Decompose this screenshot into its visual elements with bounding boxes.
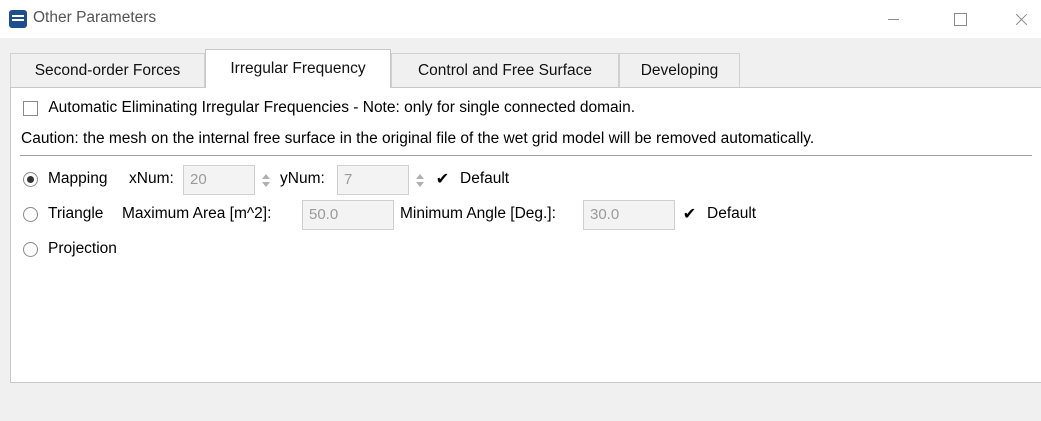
tab-control-and-free-surface[interactable]: Control and Free Surface — [391, 53, 619, 87]
auto-eliminate-label: Automatic Eliminating Irregular Frequenc… — [48, 99, 636, 116]
mapping-default-checkbox[interactable]: ✔ — [435, 172, 450, 188]
chevron-up-icon — [416, 174, 424, 179]
mapping-default-label: Default — [460, 170, 510, 187]
triangle-label: Triangle — [48, 205, 104, 222]
projection-radio[interactable] — [23, 242, 38, 257]
xnum-label: xNum: — [129, 170, 174, 187]
maximize-button[interactable] — [937, 0, 983, 38]
min-angle-input[interactable]: 30.0 — [583, 200, 675, 230]
max-area-input[interactable]: 50.0 — [302, 200, 394, 230]
xnum-input[interactable]: 20 — [183, 165, 255, 195]
minimize-icon — [888, 19, 899, 20]
minimize-button[interactable] — [870, 0, 916, 38]
chevron-up-icon — [262, 174, 270, 179]
xnum-stepper[interactable] — [257, 165, 275, 195]
auto-eliminate-checkbox[interactable] — [23, 100, 38, 116]
caution-text: Caution: the mesh on the internal free s… — [21, 130, 815, 147]
max-area-label: Maximum Area [m^2]: — [122, 205, 272, 222]
tab-irregular-frequency[interactable]: Irregular Frequency — [205, 49, 391, 88]
title-bar: Other Parameters — [0, 0, 1041, 38]
auto-eliminate-row: Automatic Eliminating Irregular Frequenc… — [23, 99, 635, 117]
mapping-radio[interactable] — [23, 172, 38, 187]
projection-label: Projection — [48, 240, 117, 257]
app-logo-icon — [9, 10, 27, 28]
chevron-down-icon — [262, 182, 270, 187]
mapping-label: Mapping — [48, 170, 108, 187]
triangle-default-checkbox[interactable]: ✔ — [682, 207, 697, 223]
ynum-stepper[interactable] — [411, 165, 429, 195]
maximize-icon — [954, 13, 967, 26]
triangle-default-label: Default — [707, 205, 757, 222]
window-title: Other Parameters — [33, 9, 157, 26]
ynum-input[interactable]: 7 — [337, 165, 409, 195]
chevron-down-icon — [416, 182, 424, 187]
tab-developing[interactable]: Developing — [619, 53, 740, 87]
separator — [20, 155, 1032, 156]
tab-second-order-forces[interactable]: Second-order Forces — [10, 53, 205, 87]
ynum-label: yNum: — [280, 170, 325, 187]
close-button[interactable] — [998, 0, 1041, 38]
min-angle-label: Minimum Angle [Deg.]: — [400, 205, 556, 222]
triangle-radio[interactable] — [23, 207, 38, 222]
